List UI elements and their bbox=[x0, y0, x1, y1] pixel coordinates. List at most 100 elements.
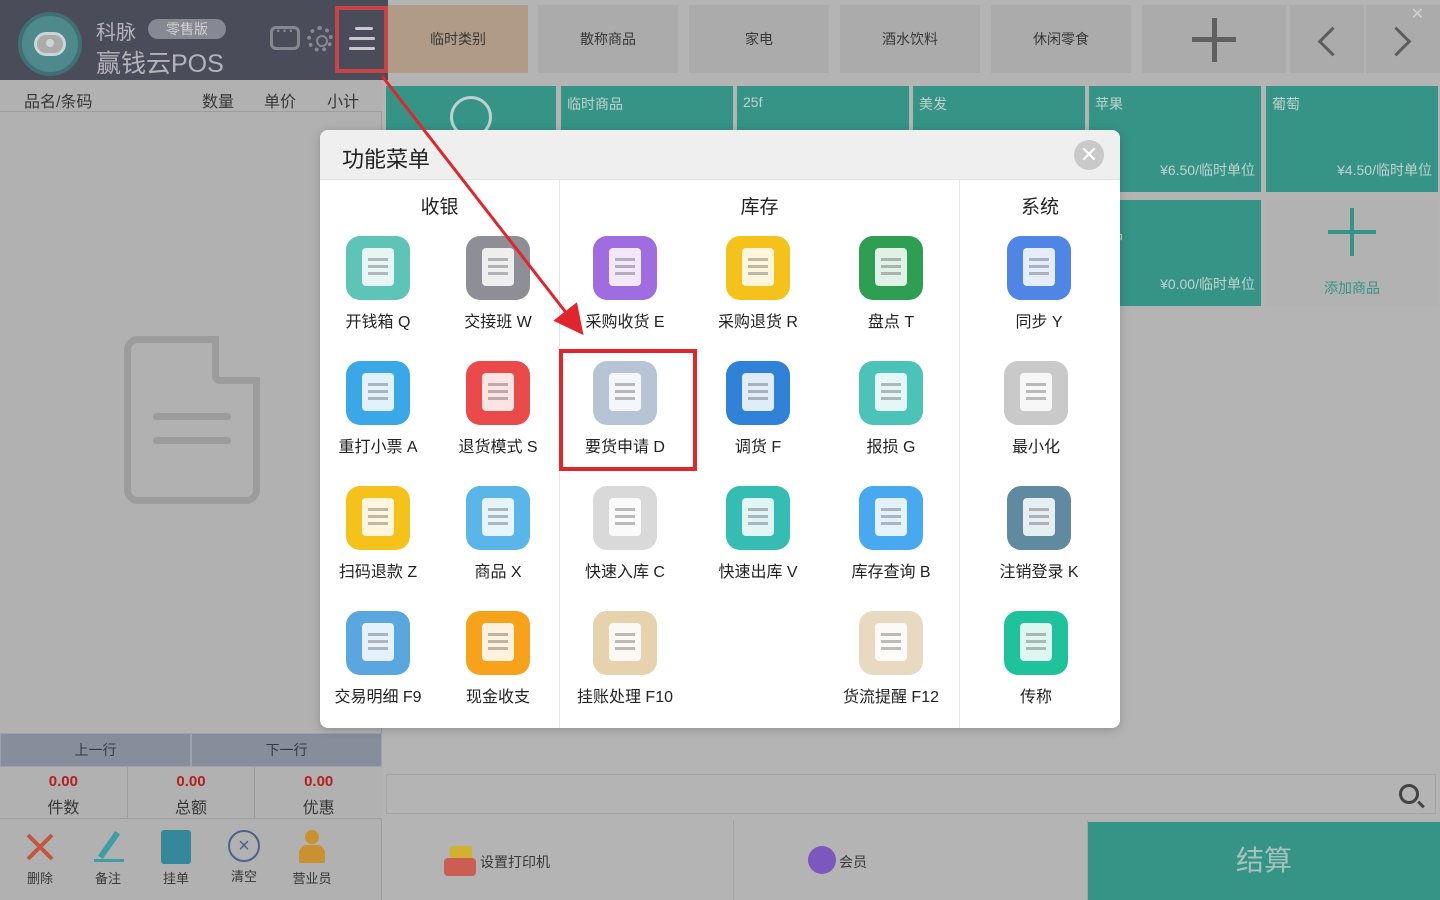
search-bar bbox=[386, 774, 1436, 814]
menu-item-quick-stock-out[interactable]: 快速出库 V bbox=[703, 486, 813, 586]
category-tab-drinks[interactable]: 酒水饮料 bbox=[840, 5, 980, 73]
close-icon[interactable]: ✕ bbox=[1074, 140, 1104, 170]
brand-name: 科脉 bbox=[96, 22, 136, 44]
scale-icon bbox=[1004, 611, 1068, 675]
menu-item-reprint-receipt[interactable]: 重打小票 A bbox=[323, 361, 433, 461]
total-amount-value: 0.00 bbox=[176, 773, 206, 790]
cash-register-icon bbox=[346, 236, 410, 300]
staff-label: 营业员 bbox=[292, 871, 332, 886]
member-icon bbox=[808, 846, 836, 874]
menu-item-stocktake[interactable]: 盘点 T bbox=[836, 236, 946, 336]
search-icon[interactable] bbox=[1399, 784, 1419, 804]
menu-item-label: 现金收支 bbox=[465, 689, 530, 706]
product-name: 25f bbox=[743, 94, 763, 110]
menu-item-goods-request[interactable]: 要货申请 D bbox=[570, 361, 680, 461]
checkout-button[interactable]: 结算 bbox=[1088, 822, 1440, 900]
minimize-icon bbox=[1004, 361, 1068, 425]
category-bar: 临时类别 散称商品 家电 酒水饮料 休闲零食 ✕ bbox=[388, 0, 1440, 80]
prev-row-button[interactable]: 上一行 bbox=[0, 733, 191, 767]
menu-item-label: 快速入库 C bbox=[584, 564, 665, 581]
search-input[interactable] bbox=[387, 775, 1387, 813]
product-name: 葡萄 bbox=[1272, 96, 1300, 112]
menu-item-transaction-details[interactable]: 交易明细 F9 bbox=[323, 611, 433, 711]
menu-item-label: 库存查询 B bbox=[851, 564, 931, 581]
member-button[interactable]: 会员 bbox=[734, 820, 1088, 900]
cart-column-header: 品名/条码 数量 单价 小计 bbox=[0, 80, 382, 112]
document-error-icon bbox=[859, 361, 923, 425]
column-subtotal: 小计 bbox=[327, 94, 360, 111]
hold-order-button[interactable]: 挂单 bbox=[142, 830, 210, 900]
menu-item-label: 调货 F bbox=[734, 439, 782, 456]
menu-item-logout[interactable]: 注销登录 K bbox=[984, 486, 1094, 586]
menu-item-label: 最小化 bbox=[1011, 439, 1060, 456]
category-tab-appliances[interactable]: 家电 bbox=[689, 5, 829, 73]
row-navigation: 上一行 下一行 bbox=[0, 733, 382, 767]
printer-settings-button[interactable]: 设置打印机 bbox=[382, 820, 734, 900]
printer-label: 设置打印机 bbox=[480, 854, 550, 870]
menu-item-sync[interactable]: 同步 Y bbox=[984, 236, 1094, 336]
clipboard-upload-icon bbox=[726, 486, 790, 550]
section-title-inventory: 库存 bbox=[740, 197, 779, 218]
product-tile[interactable]: 葡萄 ¥4.50/临时单位 bbox=[1266, 86, 1438, 192]
add-product-button[interactable]: 添加商品 bbox=[1266, 200, 1438, 306]
product-price: ¥0.00/临时单位 bbox=[1160, 276, 1255, 292]
category-tab-snacks[interactable]: 休闲零食 bbox=[991, 5, 1131, 73]
hold-order-label: 挂单 bbox=[162, 871, 189, 886]
category-tab-temp[interactable]: 临时类别 bbox=[388, 5, 528, 73]
menu-item-purchase-return[interactable]: 采购退货 R bbox=[703, 236, 813, 336]
category-prev-icon[interactable] bbox=[1290, 5, 1364, 73]
category-tab-bulk[interactable]: 散称商品 bbox=[538, 5, 678, 73]
menu-item-damage-report[interactable]: 报损 G bbox=[836, 361, 946, 461]
menu-item-credit-handling[interactable]: 挂账处理 F10 bbox=[570, 611, 680, 711]
delete-button[interactable]: 删除 bbox=[6, 830, 74, 900]
add-product-label: 添加商品 bbox=[1324, 280, 1380, 296]
menu-item-transfer[interactable]: 调货 F bbox=[703, 361, 813, 461]
menu-item-stock-query[interactable]: 库存查询 B bbox=[836, 486, 946, 586]
delete-icon bbox=[24, 830, 56, 864]
id-card-icon bbox=[466, 236, 530, 300]
member-label: 会员 bbox=[839, 854, 867, 870]
magnifier-icon bbox=[859, 486, 923, 550]
note-button[interactable]: 备注 bbox=[74, 830, 142, 900]
total-amount: 0.00 总额 bbox=[128, 767, 256, 818]
clear-button[interactable]: × 清空 bbox=[210, 830, 278, 900]
menu-item-label: 扫码退款 Z bbox=[338, 564, 418, 581]
product-name: 苹果 bbox=[1095, 96, 1123, 112]
menu-item-label: 交易明细 F9 bbox=[334, 689, 422, 706]
menu-item-scale-transfer[interactable]: 传称 bbox=[981, 611, 1091, 711]
message-icon[interactable] bbox=[270, 23, 300, 50]
menu-item-label: 盘点 T bbox=[867, 314, 915, 331]
next-row-button[interactable]: 下一行 bbox=[191, 733, 382, 767]
menu-item-label: 挂账处理 F10 bbox=[576, 689, 674, 706]
menu-item-quick-stock-in[interactable]: 快速入库 C bbox=[570, 486, 680, 586]
staff-button[interactable]: 营业员 bbox=[278, 830, 346, 900]
function-menu-button[interactable] bbox=[335, 6, 388, 73]
product-name: 临时商品 bbox=[567, 96, 623, 112]
product-price: ¥6.50/临时单位 bbox=[1160, 162, 1255, 178]
menu-item-cash-in-out[interactable]: 现金收支 bbox=[443, 611, 553, 711]
cart-return-icon bbox=[726, 236, 790, 300]
menu-item-products[interactable]: 商品 X bbox=[443, 486, 553, 586]
note-label: 备注 bbox=[94, 871, 121, 886]
product-price: ¥4.50/临时单位 bbox=[1337, 162, 1432, 178]
gear-icon[interactable] bbox=[307, 26, 333, 52]
column-name: 品名/条码 bbox=[24, 94, 93, 111]
total-discount-label: 优惠 bbox=[302, 800, 335, 817]
boxes-in-icon bbox=[593, 486, 657, 550]
menu-item-shift-handover[interactable]: 交接班 W bbox=[443, 236, 553, 336]
window-close-icon[interactable]: ✕ bbox=[1411, 4, 1424, 24]
menu-item-purchase-receive[interactable]: 采购收货 E bbox=[570, 236, 680, 336]
menu-item-label: 交接班 W bbox=[464, 314, 532, 331]
menu-item-open-cash-drawer[interactable]: 开钱箱 Q bbox=[323, 236, 433, 336]
menu-item-minimize[interactable]: 最小化 bbox=[981, 361, 1091, 461]
edition-badge: 零售版 bbox=[148, 19, 226, 39]
column-qty: 数量 bbox=[202, 94, 235, 111]
menu-item-scan-refund[interactable]: 扫码退款 Z bbox=[323, 486, 433, 586]
add-category-button[interactable] bbox=[1142, 5, 1286, 73]
bottom-bar: 设置打印机 会员 结算 bbox=[382, 820, 1440, 900]
receipt-icon bbox=[346, 361, 410, 425]
basket-icon bbox=[466, 486, 530, 550]
category-next-icon[interactable] bbox=[1366, 5, 1440, 73]
menu-item-logistics-reminder[interactable]: 货流提醒 F12 bbox=[836, 611, 946, 711]
menu-item-return-mode[interactable]: 退货模式 S bbox=[443, 361, 553, 461]
